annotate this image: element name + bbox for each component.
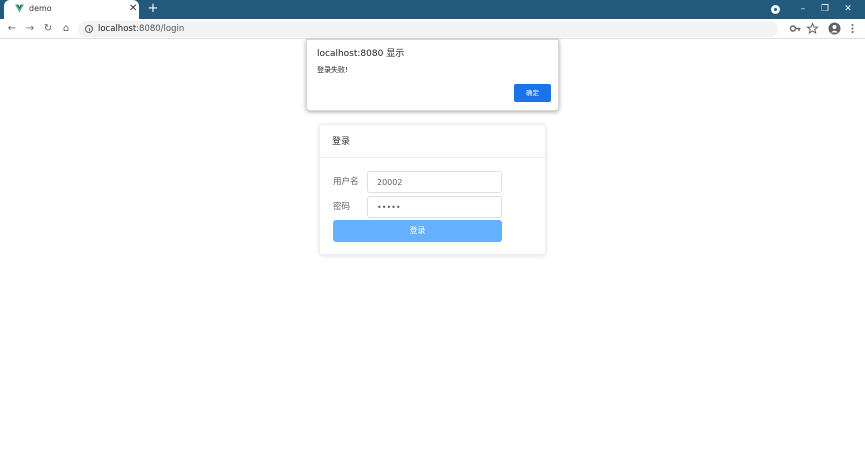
url-text: localhost:8080/login <box>98 24 185 34</box>
forward-button[interactable]: → <box>24 22 36 35</box>
login-card: 登录 用户名 密码 登录 <box>319 124 546 255</box>
password-label: 密码 <box>333 202 351 212</box>
alert-message: 登录失败! <box>317 66 348 74</box>
address-bar[interactable]: localhost:8080/login <box>78 21 778 37</box>
menu-icon[interactable] <box>846 22 859 35</box>
new-tab-button[interactable]: + <box>147 1 159 17</box>
username-input[interactable] <box>367 171 502 193</box>
reload-button[interactable]: ↻ <box>42 22 54 35</box>
back-button[interactable]: ← <box>6 22 18 35</box>
browser-titlebar: demo ✕ + – ❐ ✕ <box>0 0 865 19</box>
extension-icon[interactable] <box>771 5 780 14</box>
restore-button[interactable]: ❐ <box>817 2 833 16</box>
password-input[interactable] <box>367 196 502 218</box>
alert-title: localhost:8080 显示 <box>317 49 405 59</box>
alert-ok-button[interactable]: 确定 <box>514 84 551 102</box>
star-icon[interactable] <box>806 22 819 35</box>
profile-icon[interactable] <box>828 22 841 35</box>
vue-logo-icon <box>15 4 24 13</box>
site-info-icon[interactable] <box>85 25 93 33</box>
card-header: 登录 <box>320 125 545 158</box>
login-button[interactable]: 登录 <box>333 220 502 242</box>
key-icon[interactable] <box>789 22 802 35</box>
alert-dialog: localhost:8080 显示 登录失败! 确定 <box>306 39 559 111</box>
card-title: 登录 <box>332 137 351 147</box>
close-window-button[interactable]: ✕ <box>840 2 856 16</box>
browser-tab[interactable]: demo ✕ <box>4 0 139 19</box>
tab-close-icon[interactable]: ✕ <box>129 3 137 15</box>
minimize-button[interactable]: – <box>795 2 811 16</box>
home-button[interactable]: ⌂ <box>60 22 72 35</box>
browser-toolbar: ← → ↻ ⌂ localhost:8080/login <box>0 19 865 39</box>
tab-title: demo <box>29 4 52 13</box>
username-label: 用户名 <box>333 177 359 187</box>
